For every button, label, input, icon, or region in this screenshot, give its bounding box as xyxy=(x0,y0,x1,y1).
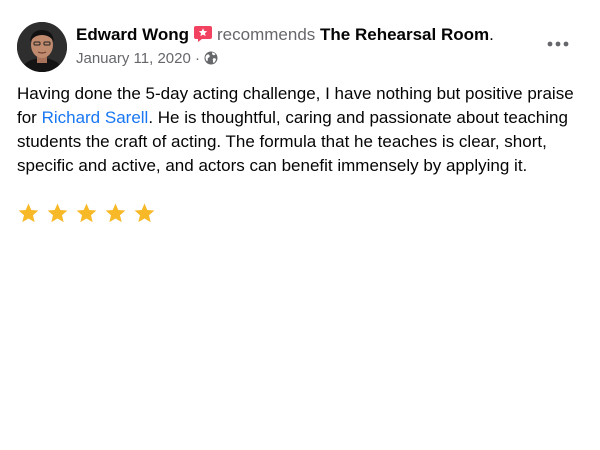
review-text: Having done the 5-day acting challenge, … xyxy=(17,82,577,178)
star-icon xyxy=(18,203,39,223)
author-name[interactable]: Edward Wong xyxy=(76,25,189,44)
star-icon xyxy=(47,203,68,223)
star-icon xyxy=(105,203,126,223)
more-options-icon[interactable] xyxy=(546,34,570,54)
post-header: Edward Wong recommends The Rehearsal Roo… xyxy=(76,24,494,46)
avatar-photo xyxy=(17,22,67,72)
meta-separator: · xyxy=(190,50,205,67)
star-icon xyxy=(134,203,155,223)
globe-icon[interactable] xyxy=(204,51,218,65)
review-post: Edward Wong recommends The Rehearsal Roo… xyxy=(0,0,600,450)
trailing-period: . xyxy=(489,25,494,44)
star-icon xyxy=(76,203,97,223)
author-avatar[interactable] xyxy=(17,22,67,72)
mention-link[interactable]: Richard Sarell xyxy=(42,108,149,127)
recommendation-badge-icon xyxy=(193,25,213,43)
page-name-link[interactable]: The Rehearsal Room xyxy=(320,25,489,44)
star-rating xyxy=(17,202,156,226)
post-date[interactable]: January 11, 2020 xyxy=(76,50,191,67)
recommends-label: recommends xyxy=(217,25,316,44)
post-meta: January 11, 2020 · xyxy=(76,49,218,69)
